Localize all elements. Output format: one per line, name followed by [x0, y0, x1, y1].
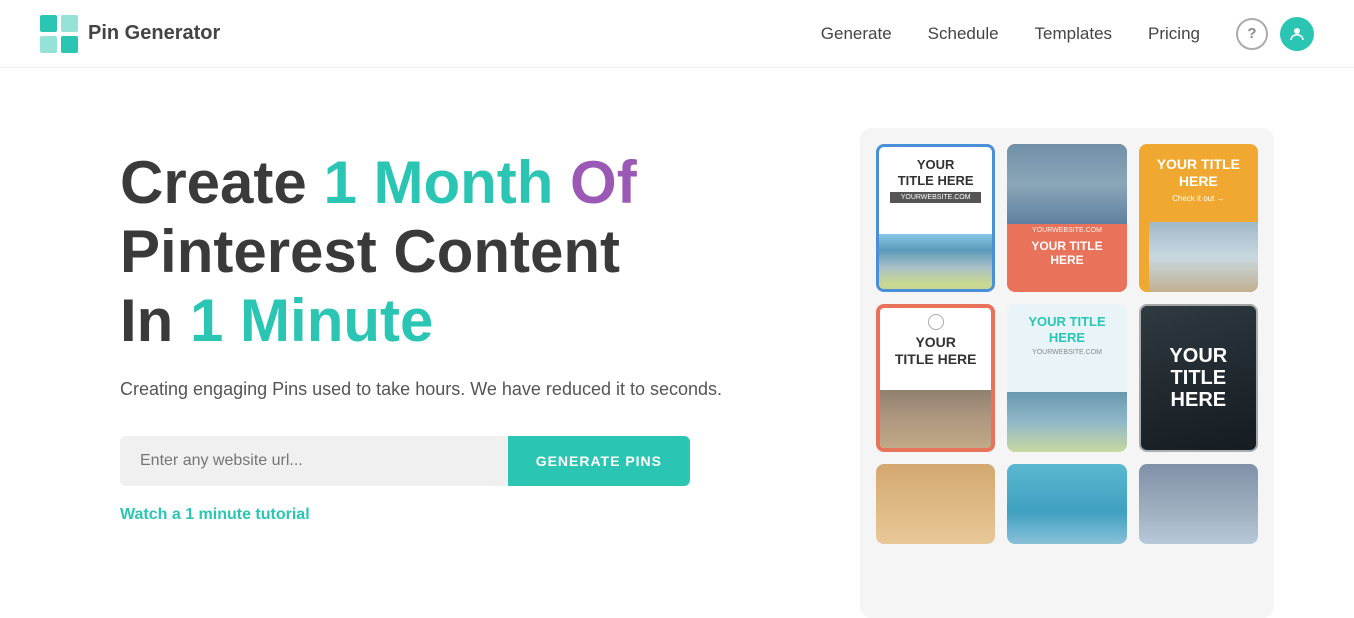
headline-1-month: 1 Month — [323, 149, 553, 216]
pin-card-5-photo — [1007, 392, 1126, 452]
pin-card-4-icon — [928, 314, 944, 330]
hero-subtext: Creating engaging Pins used to take hour… — [120, 379, 800, 400]
pin-card-1: YOURTITLE HERE YOURWEBSITE.COM — [876, 144, 995, 292]
pin-card-7 — [876, 464, 995, 544]
pin-card-5-title: YOUR TITLEHERE — [1020, 314, 1113, 345]
pin-card-2-title: YOUR TITLEHERE — [1007, 235, 1126, 272]
headline-month-suffix: Of — [553, 149, 636, 216]
pin-card-5: YOUR TITLEHERE YOURWEBSITE.COM — [1007, 304, 1126, 452]
logo-area[interactable]: Pin Generator — [40, 15, 220, 53]
headline-1-minute: 1 Minute — [190, 287, 433, 354]
pin-card-4-title: YOURTITLE HERE — [887, 334, 985, 368]
pin-card-2-photo — [1007, 144, 1126, 224]
headline-in: In — [120, 287, 190, 354]
logo-text: Pin Generator — [88, 22, 220, 45]
pin-card-8 — [1007, 464, 1126, 544]
pin-card-3: YOUR TITLEHERE Check it out → — [1139, 144, 1258, 292]
generate-pins-button[interactable]: GENERATE PINS — [508, 436, 690, 486]
main-content: Create 1 Month Of Pinterest Content In 1… — [0, 68, 1354, 608]
pin-card-2: YOURWEBSITE.COM YOUR TITLEHERE — [1007, 144, 1126, 292]
pin-grid-bottom-row — [876, 464, 1258, 544]
main-nav: Generate Schedule Templates Pricing ? — [821, 17, 1314, 51]
pin-card-9 — [1139, 464, 1258, 544]
nav-schedule[interactable]: Schedule — [928, 24, 999, 44]
user-account-icon[interactable] — [1280, 17, 1314, 51]
pin-card-5-site: YOURWEBSITE.COM — [1032, 349, 1102, 356]
nav-templates[interactable]: Templates — [1035, 24, 1112, 44]
pin-card-4: YOURTITLE HERE — [876, 304, 995, 452]
nav-icons: ? — [1236, 17, 1314, 51]
pin-grid: YOURTITLE HERE YOURWEBSITE.COM YOURWEBSI… — [876, 144, 1258, 452]
pin-grid-panel: YOURTITLE HERE YOURWEBSITE.COM YOURWEBSI… — [860, 128, 1274, 618]
pin-card-6-title: YOURTITLEHERE — [1161, 337, 1235, 419]
pin-card-1-photo — [879, 234, 992, 289]
logo-icon — [40, 15, 78, 53]
pin-card-2-site: YOURWEBSITE.COM — [1007, 224, 1126, 235]
nav-generate[interactable]: Generate — [821, 24, 892, 44]
url-input[interactable] — [120, 436, 508, 486]
pin-card-4-photo — [880, 390, 991, 448]
pin-card-1-site: YOURWEBSITE.COM — [890, 192, 981, 203]
headline: Create 1 Month Of Pinterest Content In 1… — [120, 148, 800, 355]
pin-card-6: YOURTITLEHERE — [1139, 304, 1258, 452]
user-svg — [1288, 25, 1306, 43]
url-form: GENERATE PINS — [120, 436, 690, 486]
help-icon[interactable]: ? — [1236, 18, 1268, 50]
tutorial-link[interactable]: Watch a 1 minute tutorial — [120, 506, 310, 523]
pin-card-3-title: YOUR TITLEHERE — [1149, 156, 1248, 190]
left-panel: Create 1 Month Of Pinterest Content In 1… — [120, 128, 800, 524]
pin-card-3-photo — [1149, 222, 1258, 292]
headline-part1: Create — [120, 149, 323, 216]
headline-pinterest: Pinterest Content — [120, 218, 620, 285]
pin-card-3-cta: Check it out → — [1149, 194, 1248, 203]
nav-pricing[interactable]: Pricing — [1148, 24, 1200, 44]
pin-card-1-title: YOURTITLE HERE — [890, 157, 982, 188]
